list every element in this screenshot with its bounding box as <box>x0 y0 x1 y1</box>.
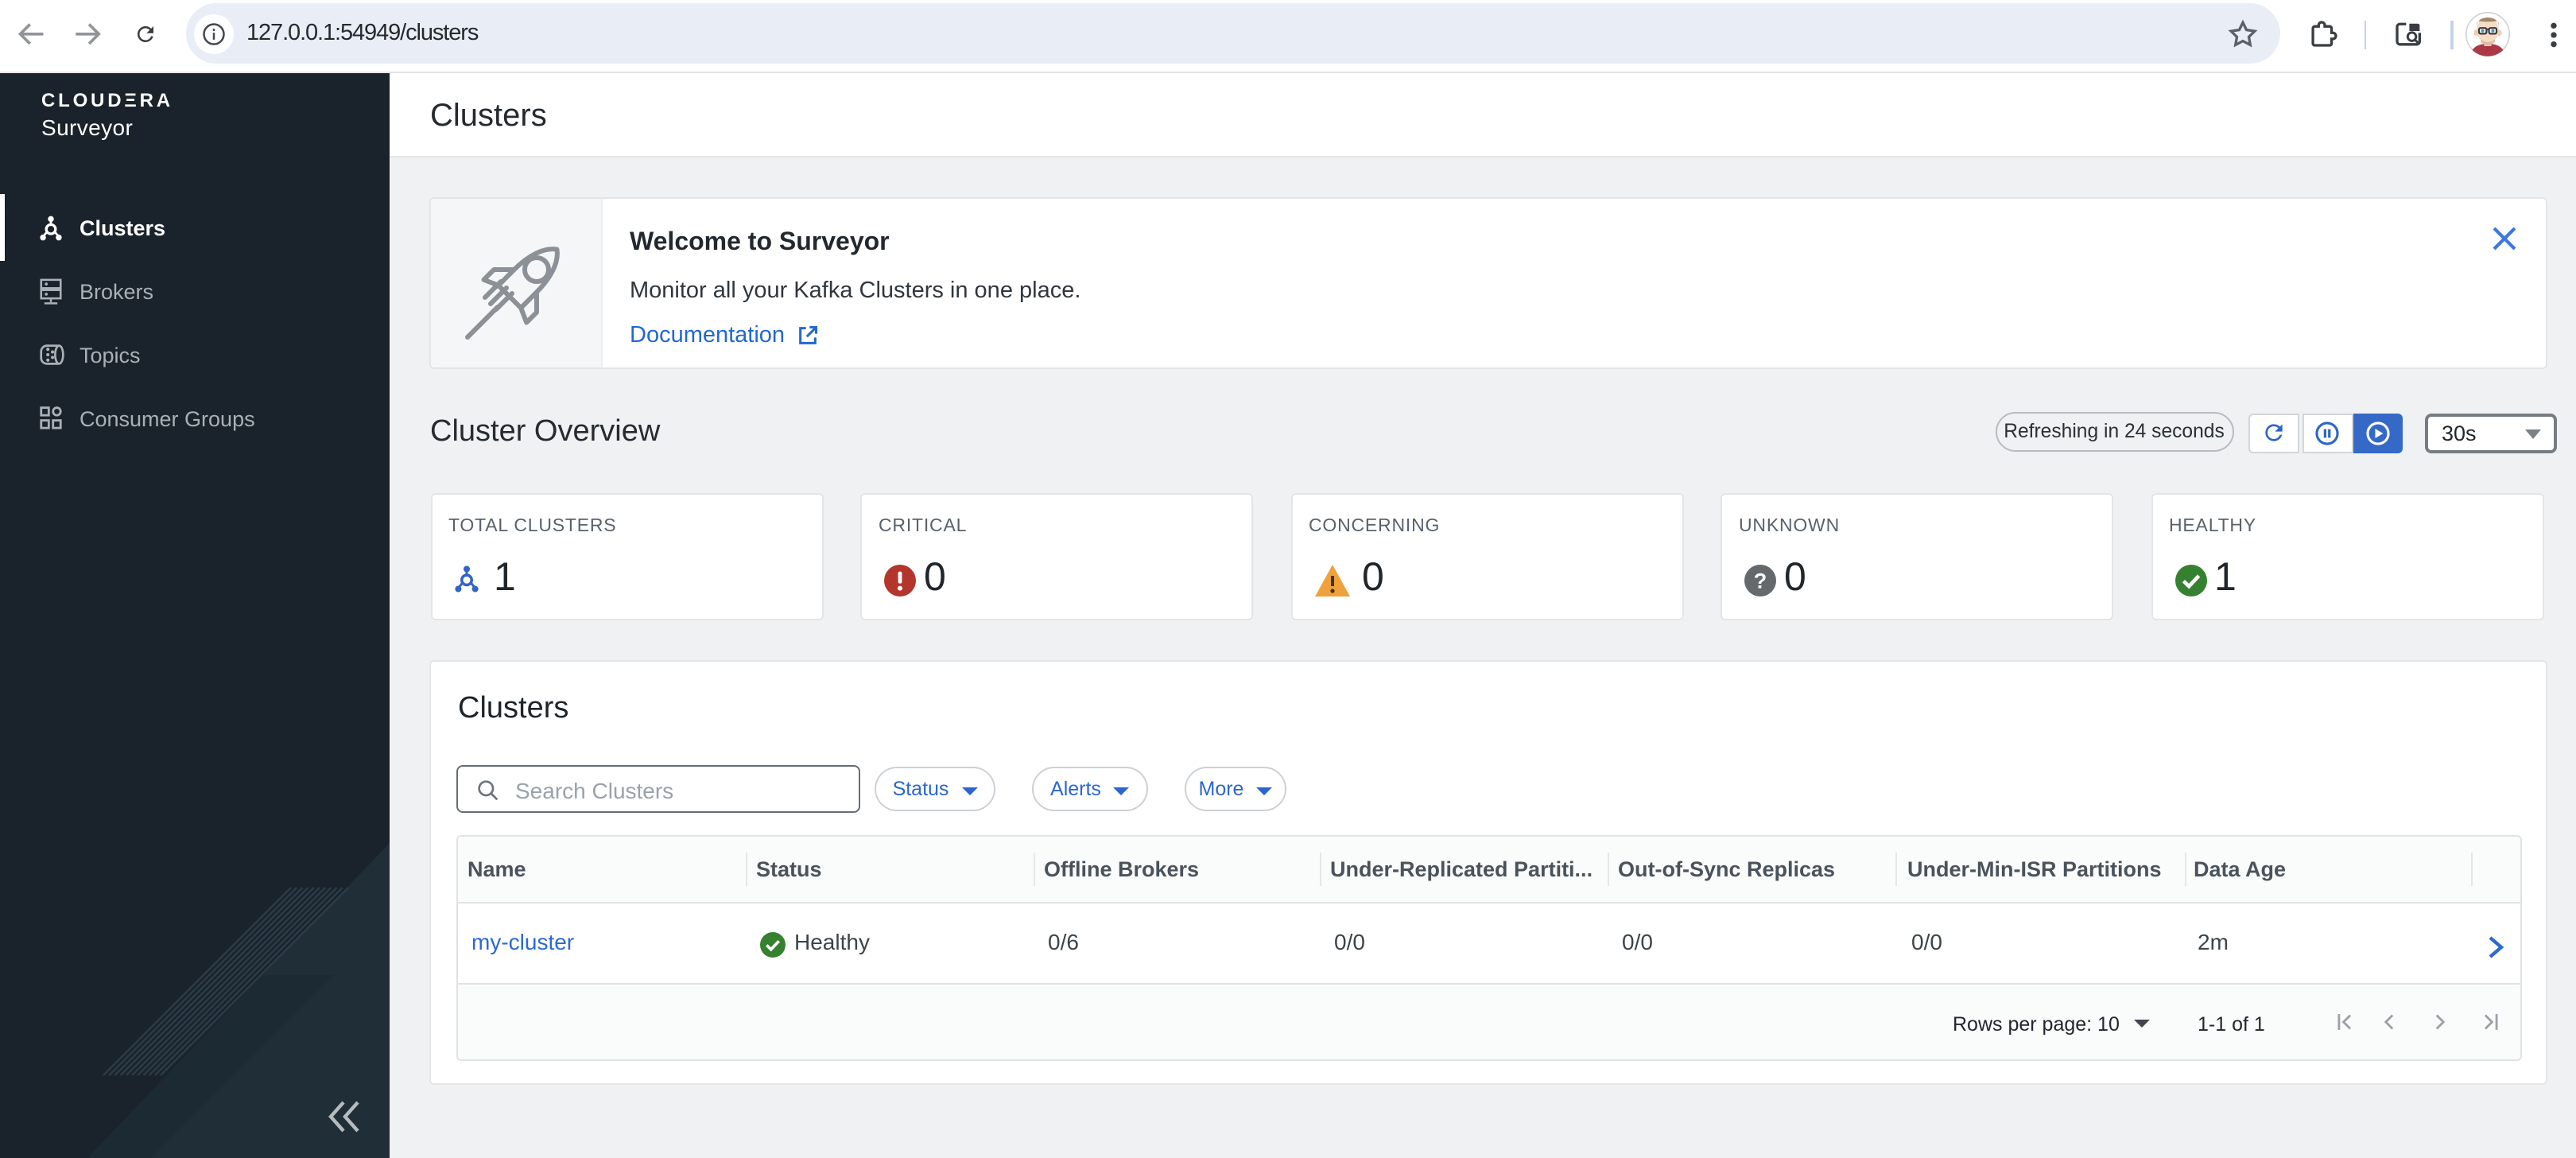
svg-text:?: ? <box>1754 569 1767 593</box>
